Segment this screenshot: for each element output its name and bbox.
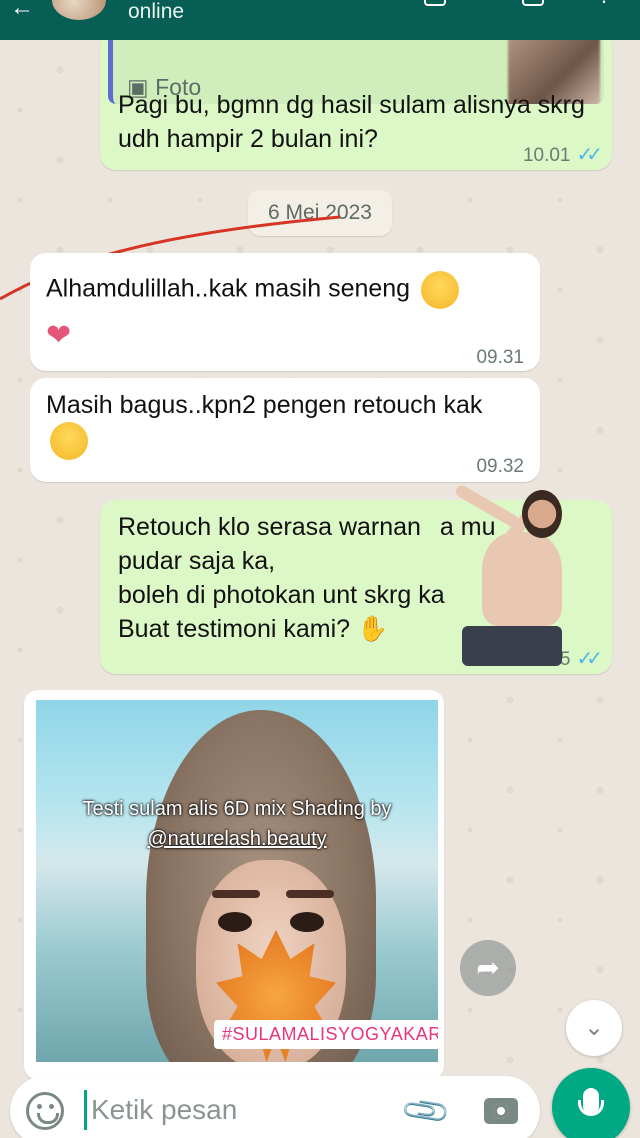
message-text: Alhamdulillah..kak masih seneng bbox=[46, 271, 460, 309]
contact-avatar[interactable] bbox=[52, 0, 106, 20]
hashtag-label: #SULAMALISYOGYAKARTA bbox=[214, 1020, 438, 1049]
voice-call-icon[interactable] bbox=[522, 0, 544, 6]
two-hearts-emoji-icon: ❤ bbox=[46, 319, 72, 352]
video-call-icon[interactable] bbox=[424, 0, 446, 6]
camera-icon[interactable] bbox=[484, 1098, 518, 1124]
message-time: 10.01 bbox=[522, 145, 571, 166]
attach-paperclip-icon[interactable]: 📎 bbox=[398, 1084, 453, 1138]
folded-hands-emoji-icon: ✋ bbox=[357, 615, 389, 643]
chat-header: ← online ⋮ bbox=[0, 0, 640, 40]
message-input[interactable] bbox=[84, 1090, 384, 1130]
read-ticks-icon: ✓✓ bbox=[576, 144, 602, 166]
heart-eyes-emoji-icon bbox=[421, 271, 460, 309]
voice-record-button[interactable] bbox=[552, 1068, 630, 1138]
emoji-icon[interactable] bbox=[26, 1092, 64, 1130]
back-arrow-icon[interactable]: ← bbox=[10, 0, 34, 22]
incoming-message[interactable]: Alhamdulillah..kak masih seneng ❤ 09.31 bbox=[30, 253, 540, 371]
incoming-message[interactable]: Masih bagus..kpn2 pengen retouch kak 09.… bbox=[30, 378, 540, 482]
testimonial-photo[interactable]: Testi sulam alis 6D mix Shading by @natu… bbox=[36, 700, 438, 1062]
message-input-bar: 📎 bbox=[10, 1076, 540, 1138]
photo-caption-line1: Testi sulam alis 6D mix Shading by bbox=[82, 798, 392, 820]
woman-pointing-sticker bbox=[452, 483, 584, 666]
forward-icon[interactable]: ➦ bbox=[460, 940, 516, 996]
photo-caption-line2: @naturelash.beauty bbox=[147, 828, 327, 850]
message-text: Masih bagus..kpn2 pengen retouch kak bbox=[46, 388, 506, 460]
contact-status: online bbox=[128, 0, 185, 23]
message-time: 09.31 bbox=[476, 347, 524, 368]
outgoing-message[interactable]: ▣ Foto Pagi bu, bgmn dg hasil sulam alis… bbox=[100, 28, 612, 173]
smiling-face-emoji-icon bbox=[50, 422, 88, 460]
scroll-down-icon[interactable]: ⌄ bbox=[566, 1000, 622, 1056]
message-meta: 10.01 ✓✓ bbox=[522, 138, 603, 173]
message-time: 09.32 bbox=[476, 456, 524, 477]
